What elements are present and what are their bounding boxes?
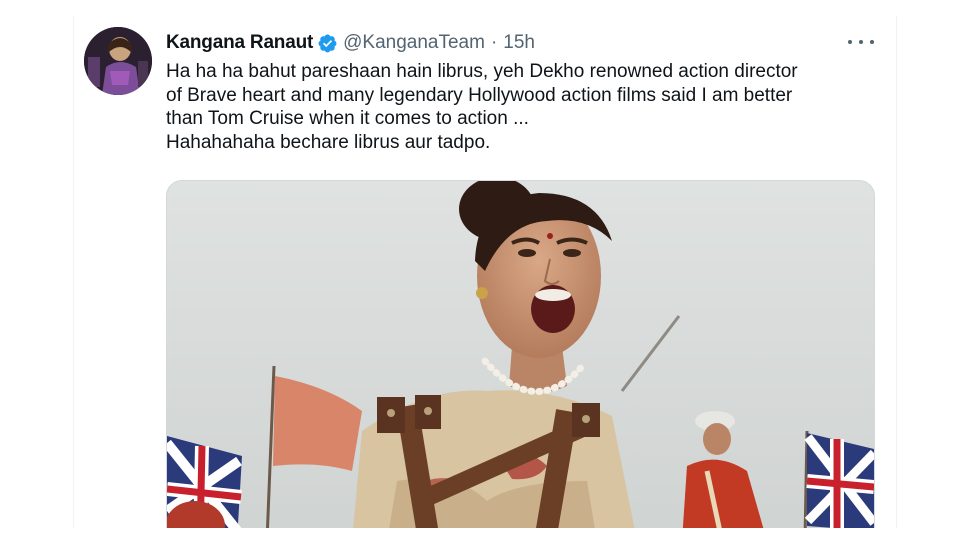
avatar[interactable] [84,27,152,95]
tweet-header: Kangana Ranaut @KanganaTeam · 15h [166,30,535,56]
tweet-text-line: Ha ha ha bahut pareshaan hain librus, ye… [166,61,798,82]
tweet-media-image[interactable] [166,180,875,528]
tweet-text: Ha ha ha bahut pareshaan hain librus, ye… [166,60,876,154]
verified-badge-icon [317,33,338,54]
user-handle[interactable]: @KanganaTeam [343,32,485,54]
tweet-text-line: than Tom Cruise when it comes to action … [166,108,529,129]
separator-dot: · [490,32,498,53]
avatar-photo [84,27,152,95]
more-horizontal-icon[interactable] [848,32,874,52]
display-name[interactable]: Kangana Ranaut [166,32,313,54]
tweet-card[interactable]: Kangana Ranaut @KanganaTeam · 15h Ha ha … [73,16,897,528]
tweet-text-line: of Brave heart and many legendary Hollyw… [166,84,793,106]
tweet-timestamp[interactable]: 15h [503,32,535,54]
page-canvas: Kangana Ranaut @KanganaTeam · 15h Ha ha … [0,0,970,545]
media-photo [167,181,874,528]
tweet-text-line: Hahahahaha bechare librus aur tadpo. [166,131,491,153]
